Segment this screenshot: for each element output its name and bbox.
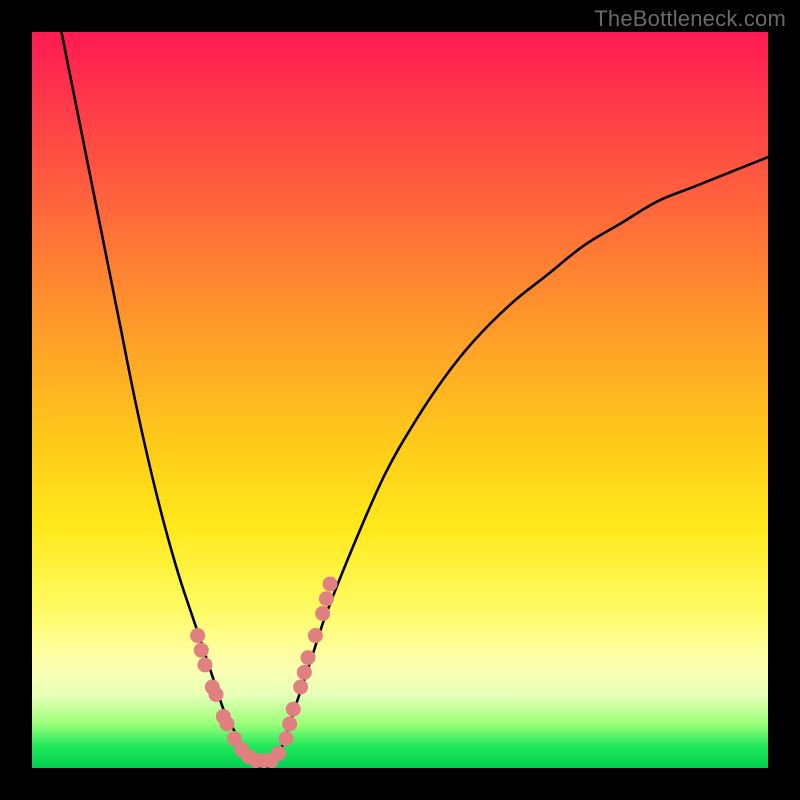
data-marker bbox=[315, 606, 330, 621]
data-marker bbox=[293, 680, 308, 695]
chart-svg bbox=[32, 32, 768, 768]
data-marker bbox=[323, 577, 338, 592]
data-marker bbox=[301, 650, 316, 665]
plot-area bbox=[32, 32, 768, 768]
data-marker bbox=[297, 665, 312, 680]
data-marker bbox=[282, 716, 297, 731]
data-marker bbox=[278, 731, 293, 746]
watermark-text: TheBottleneck.com bbox=[594, 6, 786, 32]
data-marker bbox=[197, 657, 212, 672]
curve-group bbox=[61, 32, 768, 768]
curve-right-curve bbox=[275, 157, 768, 761]
data-marker bbox=[308, 628, 323, 643]
data-marker bbox=[209, 687, 224, 702]
outer-frame: TheBottleneck.com bbox=[0, 0, 800, 800]
curve-left-curve bbox=[61, 32, 252, 761]
data-marker bbox=[319, 591, 334, 606]
data-marker bbox=[220, 716, 235, 731]
data-marker bbox=[271, 746, 286, 761]
data-marker bbox=[194, 643, 209, 658]
data-marker bbox=[190, 628, 205, 643]
data-marker bbox=[286, 702, 301, 717]
